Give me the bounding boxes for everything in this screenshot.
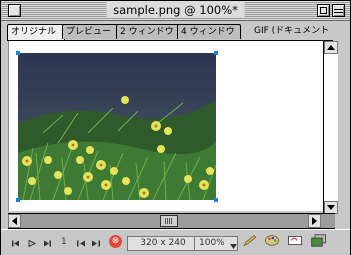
zoom-box-icon[interactable] (317, 4, 330, 17)
vertical-scrollbar[interactable] (323, 41, 338, 214)
tab-2-up[interactable]: 2 ウィンドウ (116, 24, 180, 39)
zoom-value: 100% (199, 238, 225, 248)
tab-original[interactable]: オリジナル (7, 24, 65, 40)
triangle-down-icon[interactable] (230, 240, 237, 253)
window-icon[interactable] (309, 234, 329, 247)
selection-handle-tl[interactable] (16, 51, 20, 55)
selection-handle-br[interactable] (214, 198, 218, 202)
tab-preview[interactable]: プレビュー (62, 24, 119, 39)
next-frame-icon[interactable] (91, 237, 101, 250)
pencil-icon[interactable] (241, 234, 259, 247)
scroll-up-button[interactable] (324, 41, 338, 54)
first-frame-icon[interactable] (11, 237, 21, 250)
title-bar[interactable]: sample.png @ 100%* (1, 1, 350, 21)
selection-handle-tr[interactable] (214, 51, 218, 55)
prev-frame-icon[interactable] (76, 237, 86, 250)
document-window: sample.png @ 100%* オリジナル プレビュー 2 ウィンドウ 4… (0, 0, 351, 255)
collapse-box-icon[interactable] (332, 4, 345, 17)
scroll-right-button[interactable] (308, 214, 321, 228)
scroll-left-button[interactable] (8, 214, 21, 228)
optimize-format-label: GIF (ドキュメント (254, 26, 330, 36)
stop-icon[interactable]: ⊗ (109, 235, 122, 248)
rollover-icon[interactable] (286, 234, 304, 247)
photo-image[interactable] (18, 53, 216, 200)
tab-4-up[interactable]: 4 ウィンドウ (177, 24, 241, 39)
last-frame-icon[interactable] (42, 237, 52, 250)
selection-handle-bl[interactable] (16, 198, 20, 202)
document-canvas[interactable] (8, 41, 323, 211)
play-icon[interactable] (27, 237, 37, 250)
window-title: sample.png @ 100%* (106, 2, 245, 18)
horizontal-scrollbar[interactable] (8, 213, 335, 229)
status-bar: 1 ⊗ 320 x 240 100% (1, 229, 350, 255)
color-palette-icon[interactable] (263, 234, 281, 247)
image-size-display: 320 x 240 (127, 236, 199, 251)
frame-number: 1 (61, 237, 67, 247)
scroll-thumb[interactable] (160, 215, 178, 227)
close-box-icon[interactable] (8, 4, 21, 17)
